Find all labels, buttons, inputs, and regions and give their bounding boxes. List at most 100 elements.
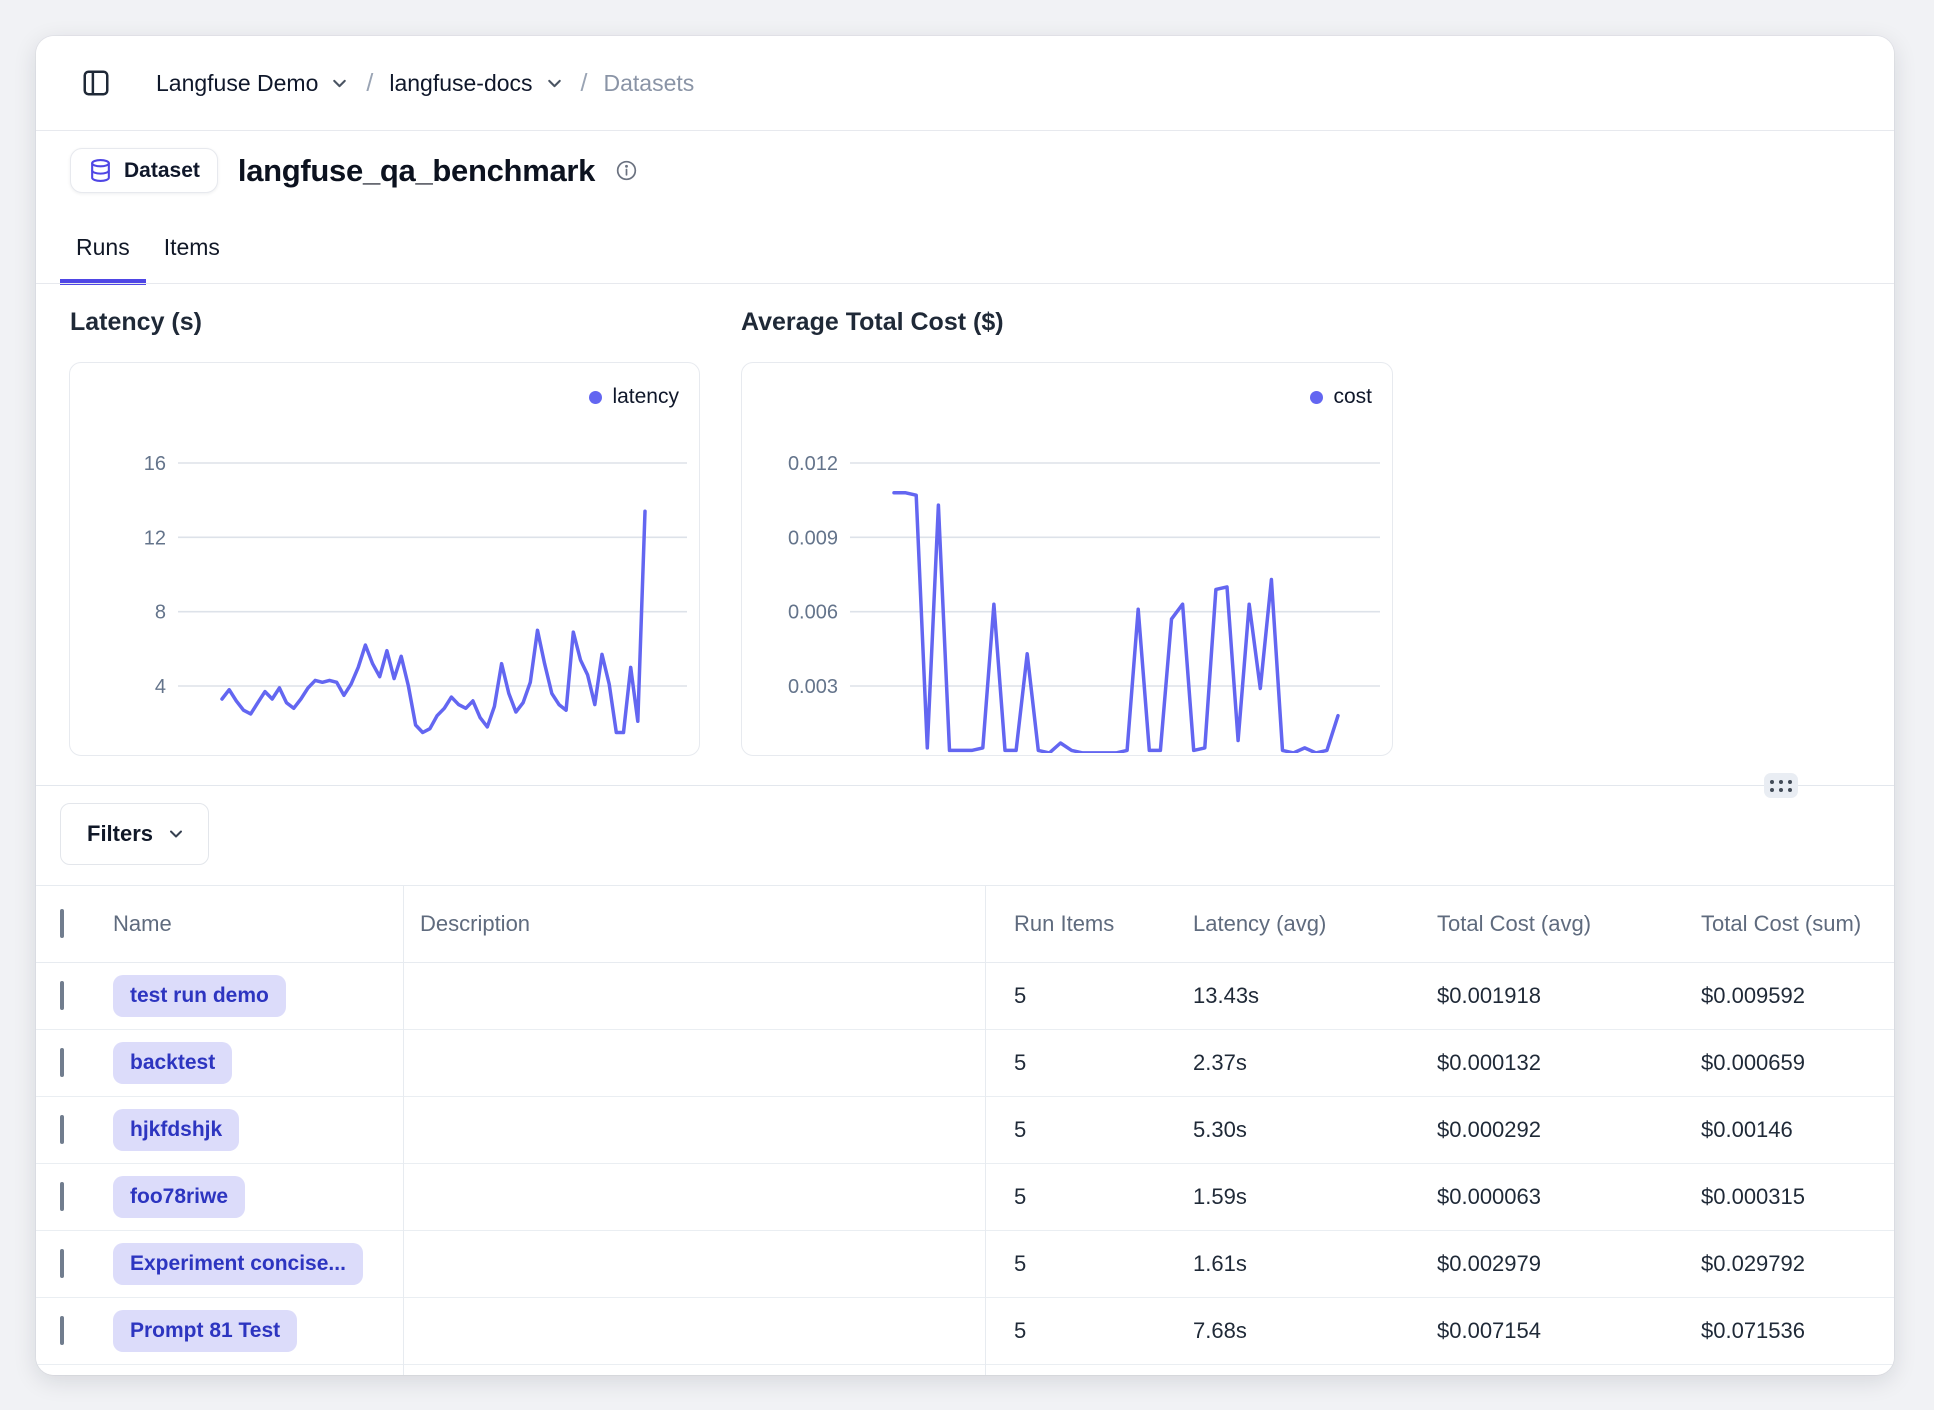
breadcrumb-project-label: langfuse-docs	[389, 70, 532, 97]
main-card: Langfuse Demo / langfuse-docs / Datasets…	[36, 36, 1894, 1375]
legend-dot-icon	[1310, 391, 1323, 404]
table-row: backtest 5 2.37s $0.000132 $0.000659	[36, 1030, 1894, 1097]
dataset-badge-label: Dataset	[124, 159, 200, 183]
latency-avg-value: 1.59s	[1193, 1184, 1247, 1210]
resize-grip-handle[interactable]	[1764, 773, 1798, 798]
column-header-description[interactable]: Description	[420, 911, 530, 937]
legend-dot-icon	[589, 391, 602, 404]
breadcrumb-project-selector[interactable]: langfuse-docs	[389, 70, 564, 97]
run-items-value: 5	[1014, 1184, 1026, 1210]
latency-avg-value: 5.30s	[1193, 1117, 1247, 1143]
run-name-badge[interactable]: test run demo	[113, 975, 286, 1017]
total-cost-avg-value: $0.001918	[1437, 983, 1541, 1009]
tab-bar: Runs Items	[60, 226, 236, 285]
dataset-title-row: Dataset langfuse_qa_benchmark	[70, 148, 638, 193]
tab-runs[interactable]: Runs	[60, 226, 146, 285]
column-header-run-items[interactable]: Run Items	[1014, 911, 1114, 937]
run-items-value: 5	[1014, 983, 1026, 1009]
chevron-down-icon	[329, 73, 350, 94]
table-row: Prompt 81 Test 5 7.68s $0.007154 $0.0715…	[36, 1298, 1894, 1365]
select-all-checkbox[interactable]	[60, 909, 64, 938]
svg-text:12: 12	[144, 527, 166, 549]
svg-text:0.006: 0.006	[788, 602, 838, 624]
breadcrumb-separator: /	[581, 69, 588, 98]
runs-table: Name Description Run Items Latency (avg)…	[36, 885, 1894, 1375]
column-divider	[403, 886, 404, 1375]
row-checkbox[interactable]	[60, 1249, 64, 1278]
info-icon[interactable]	[615, 159, 638, 182]
table-row	[36, 1365, 1894, 1375]
column-header-name[interactable]: Name	[113, 911, 172, 937]
total-cost-avg-value: $0.000063	[1437, 1184, 1541, 1210]
table-row: test run demo 5 13.43s $0.001918 $0.0095…	[36, 963, 1894, 1030]
total-cost-avg-value: $0.000292	[1437, 1117, 1541, 1143]
table-row: Experiment concise... 5 1.61s $0.002979 …	[36, 1231, 1894, 1298]
cost-legend-label: cost	[1333, 385, 1372, 409]
latency-avg-value: 2.37s	[1193, 1050, 1247, 1076]
column-header-latency-avg[interactable]: Latency (avg)	[1193, 911, 1326, 937]
run-items-value: 5	[1014, 1318, 1026, 1344]
page-title: langfuse_qa_benchmark	[238, 153, 595, 189]
total-cost-avg-value: $0.007154	[1437, 1318, 1541, 1344]
breadcrumb-org-label: Langfuse Demo	[156, 70, 318, 97]
latency-avg-value: 1.61s	[1193, 1251, 1247, 1277]
run-name-badge[interactable]: Experiment concise...	[113, 1243, 363, 1285]
run-name-badge[interactable]: Prompt 81 Test	[113, 1310, 297, 1352]
breadcrumb-org-selector[interactable]: Langfuse Demo	[156, 70, 350, 97]
column-header-total-cost-avg[interactable]: Total Cost (avg)	[1437, 911, 1591, 937]
total-cost-avg-value: $0.000132	[1437, 1050, 1541, 1076]
cost-legend: cost	[1310, 385, 1372, 409]
total-cost-sum-value: $0.071536	[1701, 1318, 1805, 1344]
row-checkbox[interactable]	[60, 1048, 64, 1077]
total-cost-sum-value: $0.000315	[1701, 1184, 1805, 1210]
latency-avg-value: 13.43s	[1193, 983, 1259, 1009]
breadcrumb-datasets-label: Datasets	[604, 70, 695, 97]
filters-button[interactable]: Filters	[60, 803, 209, 865]
run-name-badge[interactable]: hjkfdshjk	[113, 1109, 239, 1151]
total-cost-sum-value: $0.00146	[1701, 1117, 1793, 1143]
chevron-down-icon	[544, 73, 565, 94]
latency-legend: latency	[589, 385, 679, 409]
top-bar: Langfuse Demo / langfuse-docs / Datasets	[36, 36, 1894, 131]
row-checkbox[interactable]	[60, 1182, 64, 1211]
section-divider	[36, 785, 1894, 786]
cost-chart-svg: 0.012 0.009 0.006 0.003	[742, 363, 1390, 753]
total-cost-sum-value: $0.009592	[1701, 983, 1805, 1009]
database-icon	[88, 158, 113, 183]
svg-text:0.003: 0.003	[788, 676, 838, 698]
latency-chart-title: Latency (s)	[70, 308, 202, 337]
total-cost-sum-value: $0.029792	[1701, 1251, 1805, 1277]
filters-button-label: Filters	[87, 821, 153, 847]
row-checkbox[interactable]	[60, 1115, 64, 1144]
row-checkbox[interactable]	[60, 981, 64, 1010]
table-row: foo78riwe 5 1.59s $0.000063 $0.000315	[36, 1164, 1894, 1231]
svg-text:0.012: 0.012	[788, 453, 838, 475]
chevron-down-icon	[166, 824, 186, 844]
table-body: test run demo 5 13.43s $0.001918 $0.0095…	[36, 963, 1894, 1375]
svg-text:0.009: 0.009	[788, 527, 838, 549]
tab-items[interactable]: Items	[148, 226, 236, 285]
column-header-total-cost-sum[interactable]: Total Cost (sum)	[1701, 911, 1861, 937]
breadcrumb: Langfuse Demo / langfuse-docs / Datasets	[156, 69, 694, 98]
run-items-value: 5	[1014, 1050, 1026, 1076]
cost-chart-title: Average Total Cost ($)	[741, 308, 1004, 337]
column-divider	[985, 886, 986, 1375]
breadcrumb-datasets[interactable]: Datasets	[604, 70, 695, 97]
run-items-value: 5	[1014, 1251, 1026, 1277]
svg-text:4: 4	[155, 676, 166, 698]
sidebar-toggle-button[interactable]	[78, 65, 114, 101]
row-checkbox[interactable]	[60, 1316, 64, 1345]
latency-chart: latency 161284	[69, 362, 700, 756]
run-name-badge[interactable]: foo78riwe	[113, 1176, 245, 1218]
latency-legend-label: latency	[612, 385, 679, 409]
table-row: hjkfdshjk 5 5.30s $0.000292 $0.00146	[36, 1097, 1894, 1164]
total-cost-avg-value: $0.002979	[1437, 1251, 1541, 1277]
total-cost-sum-value: $0.000659	[1701, 1050, 1805, 1076]
latency-avg-value: 7.68s	[1193, 1318, 1247, 1344]
run-items-value: 5	[1014, 1117, 1026, 1143]
latency-chart-svg: 161284	[70, 363, 697, 753]
tab-bar-divider	[36, 283, 1894, 284]
table-header-row: Name Description Run Items Latency (avg)…	[36, 886, 1894, 963]
svg-text:16: 16	[144, 453, 166, 475]
run-name-badge[interactable]: backtest	[113, 1042, 232, 1084]
